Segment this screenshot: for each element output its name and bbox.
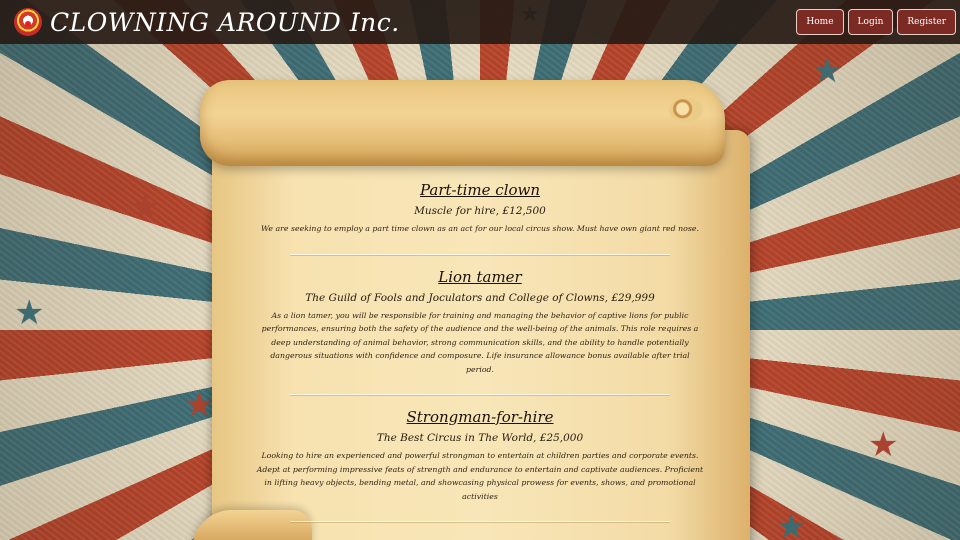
job-listing: Lion tamer The Guild of Fools and Jocula… [252,267,708,385]
job-description: As a lion tamer, you will be responsible… [261,310,699,374]
clown-logo-icon[interactable] [14,8,42,36]
home-button[interactable]: Home [796,9,844,35]
job-listing: Part-time clown Muscle for hire, £12,500… [252,180,708,244]
job-title[interactable]: Strongman-for-hire [407,408,554,426]
star-icon: ★ [812,51,843,91]
job-employer-salary: The Best Circus in The World, £25,000 [376,432,584,444]
job-employer-salary: Muscle for hire, £12,500 [414,205,546,217]
register-button[interactable]: Register [897,9,956,35]
job-description: We are seeking to employ a part time clo… [261,224,699,233]
scroll-top-roll [200,80,725,166]
divider [290,394,670,395]
job-listings: Part-time clown Muscle for hire, £12,500… [252,180,708,534]
job-listing: Strongman-for-hire The Best Circus in Th… [252,407,708,511]
login-button[interactable]: Login [847,9,894,35]
job-title[interactable]: Lion tamer [438,268,521,286]
site-title[interactable]: CLOWNING AROUND Inc. [50,8,400,37]
star-icon: ★ [868,425,899,465]
star-icon: ★ [130,187,161,227]
job-title[interactable]: Part-time clown [420,181,540,199]
star-icon: ★ [14,293,45,333]
divider [290,253,670,255]
job-employer-salary: The Guild of Fools and Joculators and Co… [305,291,655,304]
star-icon: ★ [776,507,807,540]
nav-buttons: Home Login Register [796,9,956,35]
job-description: Looking to hire an experienced and power… [256,451,704,501]
scroll-curl [669,98,703,122]
top-navbar: CLOWNING AROUND Inc. Home Login Register [0,0,960,44]
divider [290,521,670,522]
